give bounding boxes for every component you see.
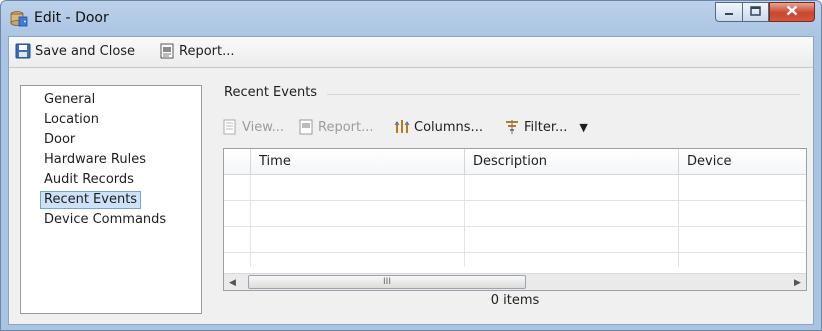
table-cell [251,175,465,201]
nav-item-label: Recent Events [40,191,142,209]
table-cell [224,253,251,267]
nav-item-label: Location [44,112,99,127]
row-header-corner [224,149,251,175]
empty-table-row [224,227,806,253]
database-door-icon [10,11,28,27]
save-and-close-label: Save and Close [35,43,136,59]
section-title: Recent Events [224,85,318,100]
nav-item-label: Device Commands [44,212,167,227]
column-header-time[interactable]: Time [251,149,465,175]
column-header-label: Description [473,154,548,169]
section-nav-list: General Location Door Hardware Rules Aud… [20,85,202,314]
column-header-description[interactable]: Description [465,149,679,175]
table-cell [251,227,465,253]
columns-icon [394,119,410,135]
column-header-label: Time [259,154,291,169]
table-cell [465,227,679,253]
report-icon [298,119,314,135]
section-divider [327,94,800,95]
filter-label: Filter... [524,119,568,135]
columns-button[interactable]: Columns... [394,119,483,135]
recent-events-grid[interactable]: Time Description Device ◀ III ▶ [223,148,807,291]
column-header-device[interactable]: Device [679,149,806,175]
view-icon [222,119,238,135]
nav-item-recent-events[interactable]: Recent Events [21,190,201,210]
nav-item-label: General [44,92,96,107]
nav-item-door[interactable]: Door [21,130,201,150]
save-and-close-button[interactable]: Save and Close [15,43,135,59]
table-cell [465,201,679,227]
window-title: Edit - Door [34,10,109,26]
table-cell [465,253,679,267]
item-count-status: 0 items [490,293,540,308]
maximize-button[interactable] [742,2,769,22]
minimize-button[interactable] [715,2,742,22]
table-cell [465,175,679,201]
nav-item-audit-records[interactable]: Audit Records [21,170,201,190]
window-client-area: Save and Close Report... General Locatio… [8,36,814,325]
view-button[interactable]: View... [222,119,284,135]
table-cell [251,201,465,227]
nav-item-general[interactable]: General [21,90,201,110]
table-cell [224,175,251,201]
events-report-label: Report... [318,119,374,135]
main-toolbar: Save and Close Report... [9,37,813,68]
nav-item-location[interactable]: Location [21,110,201,130]
view-label: View... [242,119,285,135]
floppy-disk-icon [15,43,31,59]
scrollbar-thumb[interactable]: III [248,275,526,289]
close-icon [786,5,798,20]
scroll-right-arrow-icon[interactable]: ▶ [789,274,806,290]
filter-icon [504,119,520,135]
empty-table-row [224,201,806,227]
report-label: Report... [179,43,235,59]
minimize-icon [724,5,734,20]
edit-door-window: Edit - Door Save and Close Report... Gen… [0,0,822,331]
columns-label: Columns... [414,119,483,135]
table-cell [251,253,465,267]
table-cell [224,201,251,227]
close-button[interactable] [769,2,815,22]
empty-table-row [224,253,806,267]
title-bar[interactable]: Edit - Door [1,1,821,35]
scroll-grip-icon: III [383,277,391,287]
report-button[interactable]: Report... [159,43,235,59]
empty-table-row [224,175,806,201]
nav-item-device-commands[interactable]: Device Commands [21,210,201,230]
caption-buttons [715,2,815,22]
column-header-label: Device [687,154,732,169]
horizontal-scrollbar[interactable]: ◀ III ▶ [224,273,806,290]
nav-item-label: Audit Records [44,172,134,187]
nav-item-label: Hardware Rules [44,152,146,167]
scroll-left-arrow-icon[interactable]: ◀ [224,274,241,290]
table-cell [224,227,251,253]
events-report-button[interactable]: Report... [298,119,374,135]
filter-button[interactable]: Filter... ▼ [504,119,588,135]
nav-item-label: Door [44,132,76,147]
nav-item-hardware-rules[interactable]: Hardware Rules [21,150,201,170]
filter-dropdown-icon[interactable]: ▼ [579,121,587,134]
report-icon [159,43,175,59]
maximize-icon [750,5,761,20]
